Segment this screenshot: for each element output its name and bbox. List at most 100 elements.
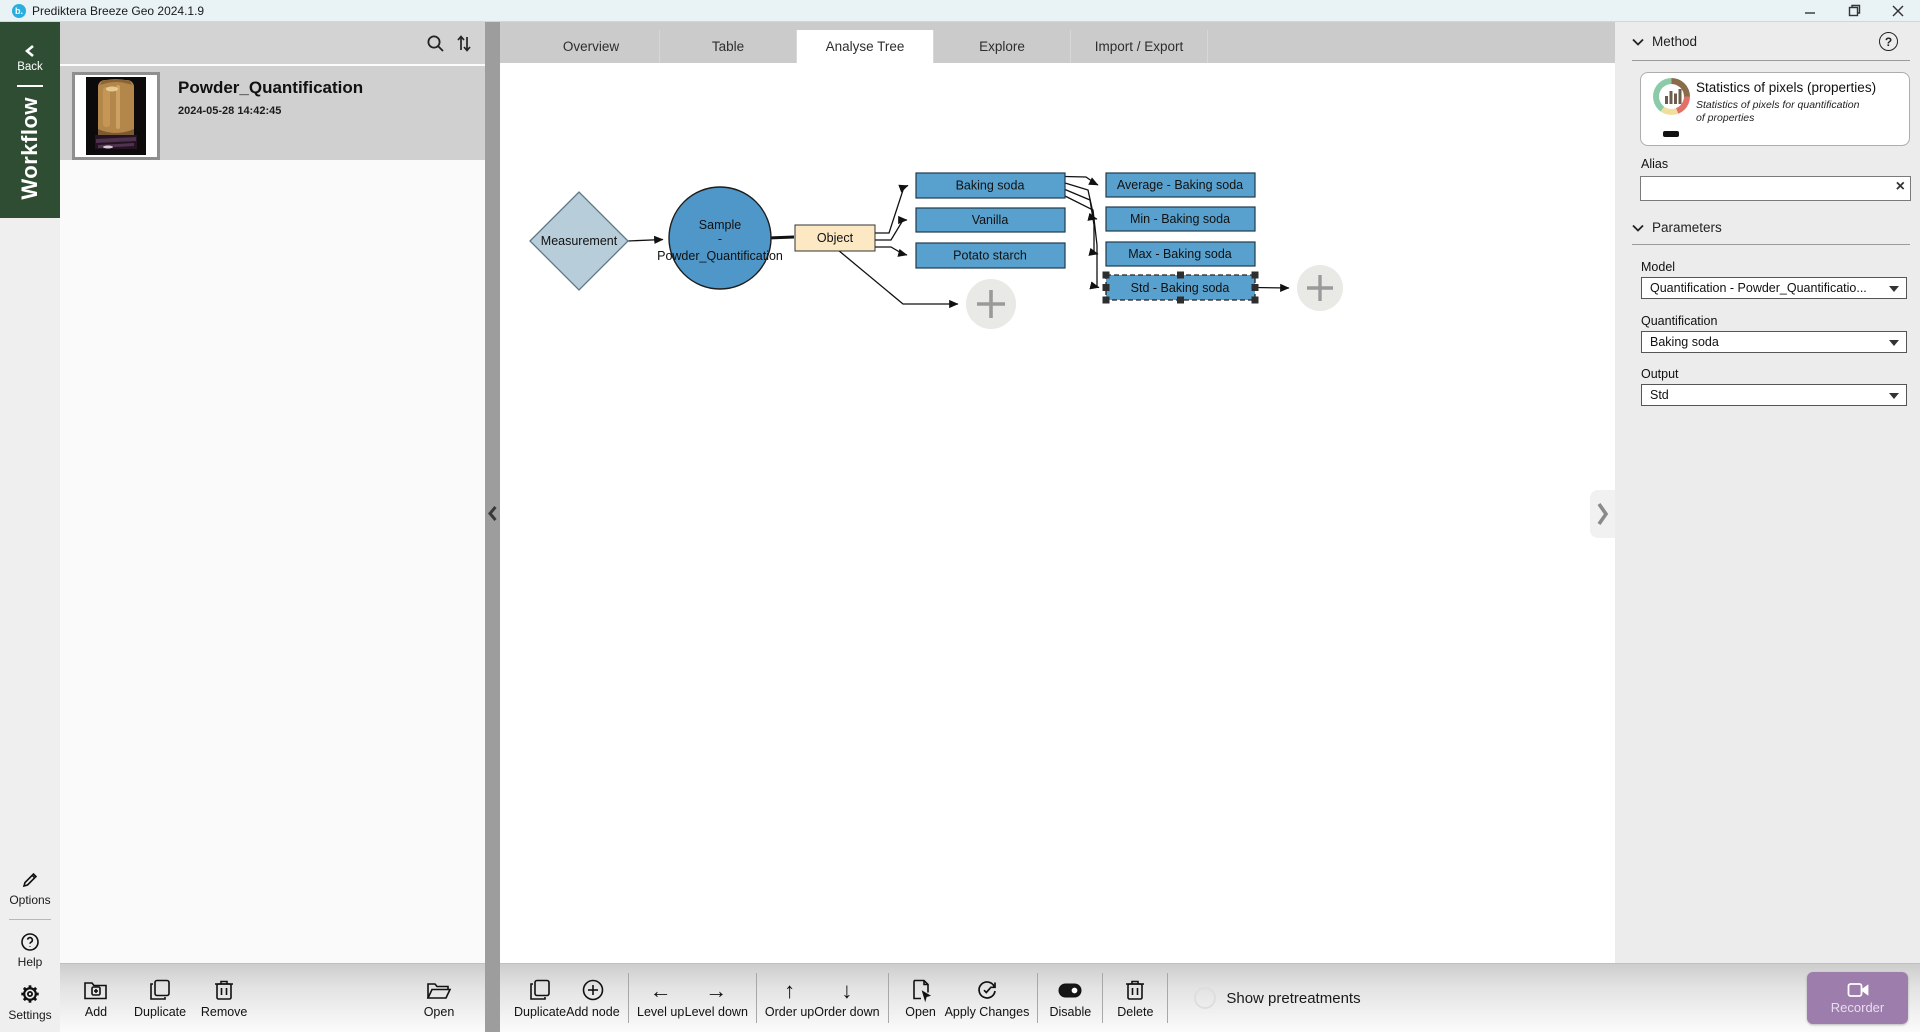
method-card-subtitle-line2: of properties	[1696, 112, 1859, 125]
order-down-label: Order down	[814, 1005, 879, 1019]
search-icon[interactable]	[426, 34, 445, 53]
chevron-right-icon	[1596, 501, 1609, 527]
minimize-button[interactable]	[1788, 0, 1832, 21]
disable-button[interactable]: Disable	[1046, 978, 1094, 1019]
open-workflow-button[interactable]: Open	[415, 978, 463, 1019]
panel-splitter[interactable]	[485, 22, 500, 1032]
recorder-button[interactable]: Recorder	[1807, 972, 1908, 1024]
add-node-placeholder-1[interactable]	[966, 279, 1016, 329]
duplicate-icon	[148, 978, 172, 1002]
chevron-down-icon	[1632, 38, 1644, 46]
show-pretreatments-toggle[interactable]: Show pretreatments	[1194, 987, 1360, 1009]
node-sample-label1: Sample	[699, 218, 741, 232]
caret-down-icon	[1889, 340, 1899, 346]
gear-icon	[19, 983, 41, 1005]
tab-analyse-tree[interactable]: Analyse Tree	[797, 30, 934, 63]
node-class-baking-soda[interactable]: Baking soda	[916, 173, 1065, 198]
document-open-icon	[910, 978, 932, 1002]
tab-explore[interactable]: Explore	[934, 30, 1071, 63]
output-label: Output	[1641, 367, 1679, 381]
node-measurement[interactable]: Measurement	[530, 192, 628, 290]
close-icon	[1892, 5, 1904, 17]
collapse-left-icon[interactable]	[487, 505, 498, 522]
sidebar-bottom: Options Help Settings	[0, 870, 60, 1032]
arrow-right-icon: →	[705, 978, 727, 1002]
help-button[interactable]: Help	[18, 932, 43, 969]
analyse-tree-canvas[interactable]: Measurement Sample - Powder_Quantificati…	[500, 63, 1615, 963]
tab-overview[interactable]: Overview	[523, 30, 660, 63]
open-node-button[interactable]: Open	[897, 978, 945, 1019]
alias-input[interactable]	[1640, 176, 1911, 201]
add-node-button[interactable]: Add node	[566, 978, 620, 1019]
node-stat-min[interactable]: Min - Baking soda	[1106, 207, 1255, 231]
duplicate-label: Duplicate	[134, 1005, 186, 1019]
bottom-toolbar: Add Duplicate Remove Open	[60, 963, 1920, 1032]
alias-label: Alias	[1641, 157, 1668, 171]
refresh-icon	[975, 978, 999, 1002]
tab-import-export[interactable]: Import / Export	[1071, 30, 1208, 63]
sidebar-workflow-tab: Back Workflow	[0, 22, 60, 218]
duplicate-icon	[528, 978, 552, 1002]
recorder-label: Recorder	[1831, 1000, 1884, 1015]
clear-alias-icon[interactable]: ×	[1896, 178, 1905, 196]
order-down-button[interactable]: ↓ Order down	[814, 978, 879, 1019]
level-down-button[interactable]: → Level down	[685, 978, 748, 1019]
sort-icon[interactable]	[455, 34, 473, 53]
tab-table[interactable]: Table	[660, 30, 797, 63]
item-thumbnail	[72, 72, 160, 160]
node-class-vanilla[interactable]: Vanilla	[916, 208, 1065, 232]
node-stat-label: Max - Baking soda	[1128, 247, 1232, 261]
toolbar-separator	[1037, 973, 1038, 1023]
options-button[interactable]: Options	[9, 870, 50, 907]
node-class-label: Potato starch	[953, 249, 1027, 263]
remove-button[interactable]: Remove	[200, 978, 248, 1019]
toolbar-separator	[756, 973, 757, 1023]
node-sample[interactable]: Sample - Powder_Quantification	[657, 187, 783, 289]
output-dropdown[interactable]: Std	[1641, 384, 1907, 406]
close-button[interactable]	[1876, 0, 1920, 21]
level-up-button[interactable]: ← Level up	[637, 978, 685, 1019]
node-stat-max[interactable]: Max - Baking soda	[1106, 242, 1255, 266]
sidebar: Back Workflow Options Help	[0, 22, 60, 1032]
quantification-dropdown[interactable]: Baking soda	[1641, 331, 1907, 353]
node-object[interactable]: Object	[795, 225, 875, 251]
circle-plus-icon	[581, 978, 605, 1002]
node-stat-std-selected[interactable]: Std - Baking soda	[1103, 272, 1259, 304]
node-stat-average[interactable]: Average - Baking soda	[1106, 173, 1255, 197]
parameters-section-header[interactable]: Parameters	[1632, 220, 1898, 235]
toolbar-separator	[888, 973, 889, 1023]
method-help-icon[interactable]: ?	[1879, 32, 1898, 51]
node-measurement-label: Measurement	[541, 234, 618, 248]
delete-button[interactable]: Delete	[1111, 978, 1159, 1019]
method-section-header[interactable]: Method ?	[1632, 32, 1898, 51]
add-node-placeholder-2[interactable]	[1297, 265, 1343, 311]
method-card[interactable]: Statistics of pixels (properties) Statis…	[1640, 72, 1910, 146]
list-header	[60, 22, 485, 64]
level-up-label: Level up	[637, 1005, 684, 1019]
apply-changes-button[interactable]: Apply Changes	[945, 978, 1030, 1019]
duplicate-node-button[interactable]: Duplicate	[514, 978, 566, 1019]
duplicate-button[interactable]: Duplicate	[134, 978, 186, 1019]
node-object-label: Object	[817, 231, 854, 245]
order-up-button[interactable]: ↑ Order up	[765, 978, 814, 1019]
add-button[interactable]: Add	[72, 978, 120, 1019]
restore-button[interactable]	[1832, 0, 1876, 21]
collapse-right-panel-button[interactable]	[1590, 490, 1615, 538]
model-dropdown[interactable]: Quantification - Powder_Quantificatio...	[1641, 277, 1907, 299]
method-card-title: Statistics of pixels (properties)	[1696, 80, 1876, 95]
node-class-potato-starch[interactable]: Potato starch	[916, 243, 1065, 268]
settings-button[interactable]: Settings	[8, 983, 51, 1022]
help-label: Help	[18, 955, 43, 969]
back-button[interactable]: Back	[17, 44, 43, 73]
toolbar-separator	[1167, 973, 1168, 1023]
disable-label: Disable	[1050, 1005, 1092, 1019]
node-sample-label3: Powder_Quantification	[657, 249, 783, 263]
powder-bag-image	[77, 77, 155, 155]
duplicate-node-label: Duplicate	[514, 1005, 566, 1019]
model-label: Model	[1641, 260, 1675, 274]
trash-icon	[1124, 978, 1146, 1002]
workflow-list-item-selected[interactable]: Powder_Quantification 2024-05-28 14:42:4…	[60, 66, 485, 160]
edge-object-baking-soda	[875, 186, 908, 234]
help-circle-icon	[20, 932, 40, 952]
caret-down-icon	[1889, 393, 1899, 399]
